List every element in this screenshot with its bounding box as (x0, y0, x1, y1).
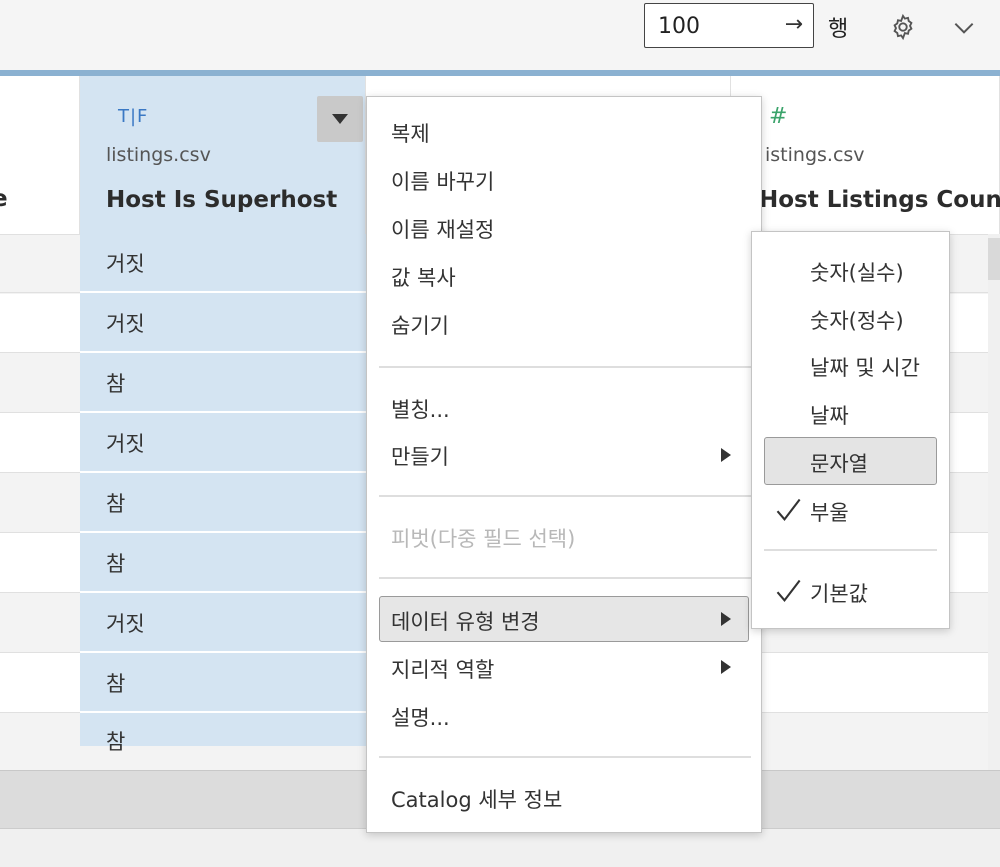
column-source: istings.csv (765, 144, 865, 166)
row-separator (80, 651, 366, 653)
table-cell: 참 (106, 552, 126, 576)
submenu-item-boolean[interactable]: 부울 (810, 497, 849, 527)
table-cell: 참 (106, 492, 126, 516)
row-separator (80, 711, 366, 713)
column-title: Host Is Superhost (106, 187, 338, 213)
data-type-submenu: 숫자(실수) 숫자(정수) 날짜 및 시간 날짜 문자열 부울 기본값 (751, 231, 950, 629)
menu-item-rename[interactable]: 이름 바꾸기 (391, 166, 494, 196)
row-count-value[interactable]: 100 (658, 14, 700, 39)
submenu-item-date[interactable]: 날짜 (810, 400, 849, 430)
menu-item-change-data-type[interactable]: 데이터 유형 변경 (391, 606, 540, 636)
menu-item-aliases[interactable]: 별칭... (391, 394, 450, 424)
submenu-item-date-time[interactable]: 날짜 및 시간 (810, 352, 920, 382)
scrollbar-thumb[interactable] (988, 238, 1000, 280)
apply-arrow-icon[interactable]: → (785, 12, 803, 37)
menu-item-create[interactable]: 만들기 (391, 441, 449, 471)
table-cell: 참 (106, 730, 126, 754)
number-type-icon[interactable]: # (769, 104, 788, 129)
column-menu-dropdown-button[interactable] (317, 96, 363, 142)
bottom-strip (0, 828, 1000, 867)
submenu-item-number-decimal[interactable]: 숫자(실수) (810, 257, 904, 287)
row-separator (80, 291, 366, 293)
column-header-prev[interactable]: e (0, 76, 80, 234)
menu-divider (379, 756, 751, 758)
table-cell: 거짓 (106, 252, 145, 276)
submenu-arrow-icon (721, 660, 731, 674)
submenu-arrow-icon (721, 448, 731, 462)
table-cell: 거짓 (106, 612, 145, 636)
menu-divider (379, 495, 751, 497)
menu-divider (379, 366, 751, 368)
table-cell: 거짓 (106, 432, 145, 456)
row-separator (80, 531, 366, 533)
menu-item-duplicate[interactable]: 복제 (391, 118, 430, 148)
menu-item-copy-values[interactable]: 값 복사 (391, 262, 456, 292)
menu-divider (379, 577, 751, 579)
submenu-item-default[interactable]: 기본값 (810, 578, 868, 608)
row-separator (80, 351, 366, 353)
row-separator (80, 471, 366, 473)
submenu-divider (764, 549, 937, 551)
table-cell: 거짓 (106, 312, 145, 336)
gear-icon[interactable] (889, 13, 917, 41)
row-count-input[interactable]: 100 → (644, 3, 814, 48)
column-context-menu: 복제 이름 바꾸기 이름 재설정 값 복사 숨기기 별칭... 만들기 피벗(다… (366, 96, 762, 833)
menu-item-geographic-role[interactable]: 지리적 역할 (391, 654, 494, 684)
chevron-down-icon[interactable] (951, 15, 977, 41)
row-separator (80, 411, 366, 413)
submenu-arrow-icon (721, 612, 731, 626)
column-header-host-listings-count[interactable]: # istings.csv Host Listings Count (731, 76, 1000, 234)
column-title: e (0, 186, 8, 212)
submenu-item-string[interactable]: 문자열 (810, 448, 868, 478)
checkmark-icon (776, 579, 801, 603)
menu-item-reset-name[interactable]: 이름 재설정 (391, 214, 494, 244)
column-source: listings.csv (106, 144, 211, 166)
checkmark-icon (776, 498, 801, 522)
table-cell: 참 (106, 672, 126, 696)
column-title: Host Listings Count (759, 187, 1000, 213)
row-separator (80, 591, 366, 593)
vertical-scrollbar[interactable] (988, 234, 1000, 770)
menu-item-pivot: 피벗(다중 필드 선택) (391, 527, 576, 551)
rows-label: 행 (828, 17, 849, 42)
submenu-item-number-whole[interactable]: 숫자(정수) (810, 305, 904, 335)
boolean-type-icon[interactable]: T|F (118, 106, 148, 127)
menu-item-describe[interactable]: 설명... (391, 702, 450, 732)
table-cell: 참 (106, 372, 126, 396)
toolbar (0, 0, 1000, 71)
menu-item-catalog-details[interactable]: Catalog 세부 정보 (391, 784, 562, 814)
menu-item-hide[interactable]: 숨기기 (391, 310, 449, 340)
